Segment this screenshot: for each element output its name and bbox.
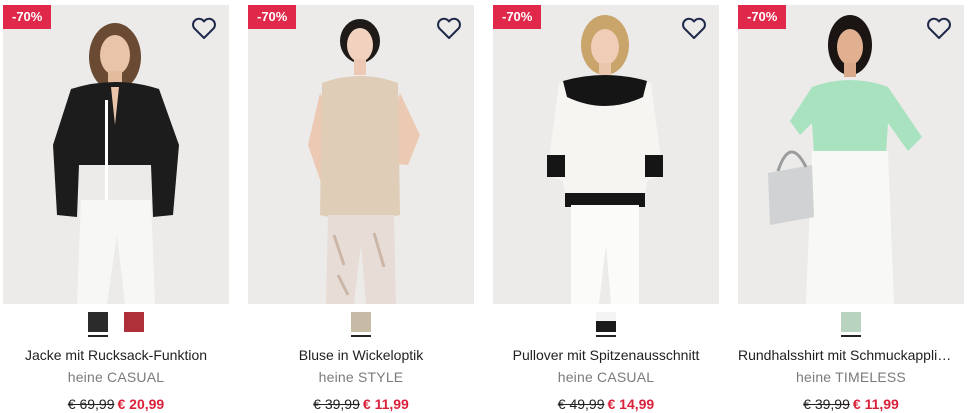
product-card[interactable]: -70% Bluse in Wickeloptik heine STYLE € … (248, 5, 474, 413)
sale-price: € 11,99 (362, 396, 409, 412)
product-title[interactable]: Pullover mit Spitzenausschnitt (487, 347, 725, 363)
product-title[interactable]: Bluse in Wickeloptik (242, 347, 480, 363)
model-photo-shirt (738, 5, 964, 304)
wishlist-heart-icon[interactable] (436, 17, 462, 41)
old-price: € 39,99 (803, 396, 850, 412)
model-photo-pullover (493, 5, 719, 304)
wishlist-heart-icon[interactable] (926, 17, 952, 41)
color-swatch-white-black[interactable] (596, 312, 616, 337)
product-image[interactable] (248, 5, 474, 304)
sale-price: € 14,99 (607, 396, 655, 412)
product-card[interactable]: -70% Jacke mit Rucksack-Funktion heine C… (3, 5, 229, 413)
price-block: € 39,99 € 11,99 (738, 396, 964, 412)
product-grid: -70% Jacke mit Rucksack-Funktion heine C… (0, 0, 968, 413)
product-image[interactable] (738, 5, 964, 304)
color-swatch-mint[interactable] (841, 312, 861, 337)
color-swatches (248, 312, 474, 337)
model-photo-jacket (3, 5, 229, 304)
color-swatches (738, 312, 964, 337)
discount-badge: -70% (3, 5, 52, 29)
wishlist-heart-icon[interactable] (681, 17, 707, 41)
product-brand: heine STYLE (318, 369, 404, 385)
old-price: € 39,99 (313, 396, 360, 412)
color-swatches (3, 312, 229, 337)
discount-badge: -70% (248, 5, 297, 29)
price-block: € 49,99 € 14,99 (493, 396, 719, 412)
color-swatch-beige[interactable] (351, 312, 371, 337)
product-brand: heine TIMELESS (796, 369, 906, 385)
discount-badge: -70% (738, 5, 787, 29)
discount-badge: -70% (493, 5, 542, 29)
model-photo-blouse (248, 5, 474, 304)
wishlist-heart-icon[interactable] (191, 17, 217, 41)
product-image[interactable] (493, 5, 719, 304)
product-card[interactable]: -70% Pullover mit Spitzenausschnitt hein… (493, 5, 719, 413)
old-price: € 49,99 (557, 396, 605, 412)
price-block: € 69,99 € 20,99 (3, 396, 229, 412)
product-card[interactable]: -70% Rundhalsshirt mit Schmuckappli… hei… (738, 5, 968, 413)
product-image[interactable] (3, 5, 229, 304)
sale-price: € 11,99 (852, 396, 899, 412)
product-brand: heine CASUAL (67, 369, 165, 385)
old-price: € 69,99 (67, 396, 115, 412)
color-swatch-red[interactable] (124, 312, 144, 332)
product-title[interactable]: Rundhalsshirt mit Schmuckappli… (738, 347, 962, 363)
sale-price: € 20,99 (117, 396, 165, 412)
product-title[interactable]: Jacke mit Rucksack-Funktion (0, 347, 235, 363)
color-swatch-black[interactable] (88, 312, 108, 337)
price-block: € 39,99 € 11,99 (248, 396, 474, 412)
product-brand: heine CASUAL (557, 369, 655, 385)
color-swatches (493, 312, 719, 337)
